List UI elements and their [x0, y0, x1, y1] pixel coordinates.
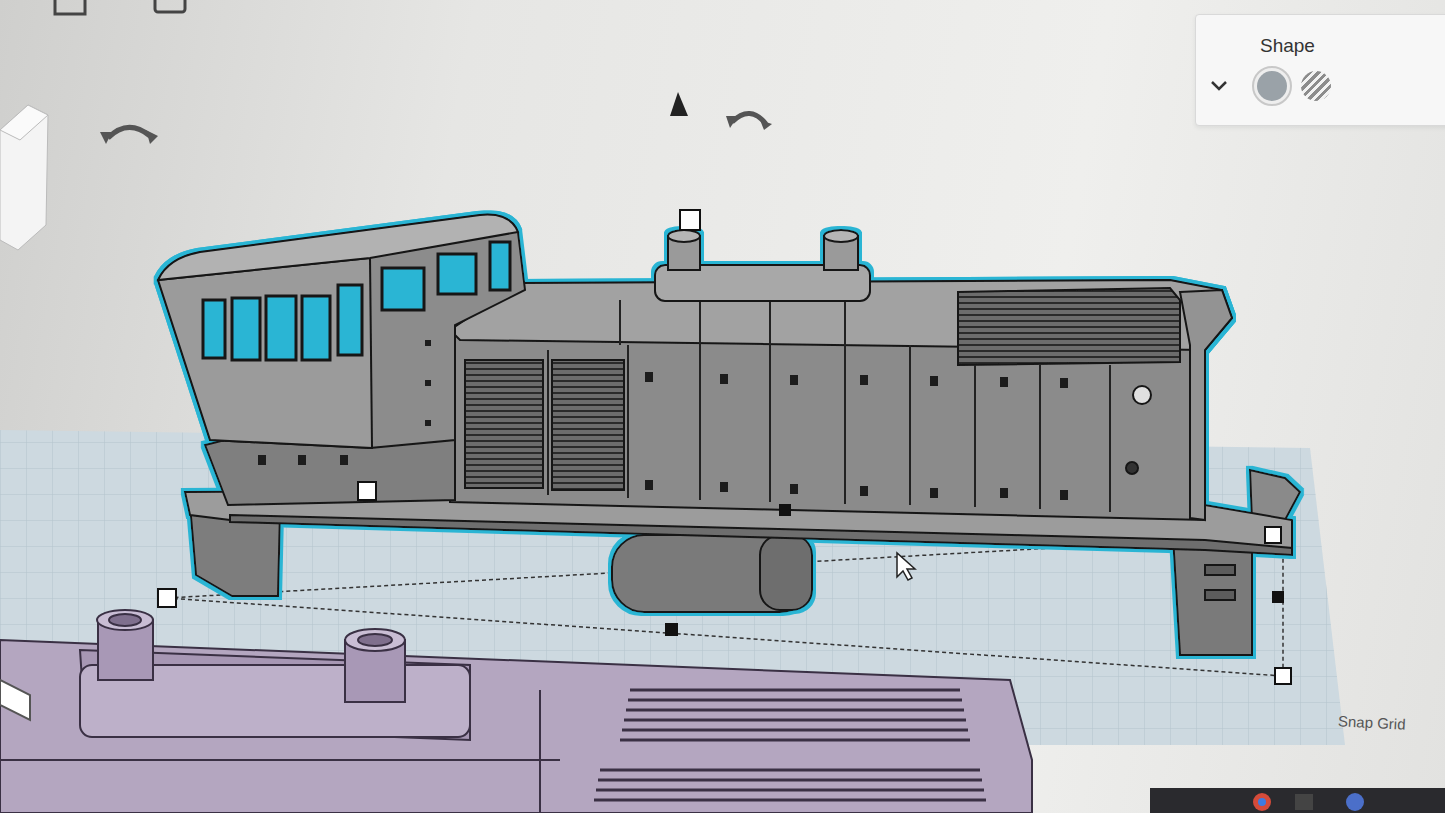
snap-grid-label[interactable]: Snap Grid: [1337, 710, 1406, 736]
inspector-title: Shape: [1210, 35, 1440, 58]
rotate-handle-icon[interactable]: [108, 113, 766, 138]
locomotive-model[interactable]: [158, 215, 1300, 655]
solid-swatch-icon[interactable]: [1257, 71, 1287, 101]
taskbar[interactable]: [1150, 788, 1445, 813]
rotate-arrow-icon: [100, 116, 772, 144]
workplane-view[interactable]: Shape Snap Grid: [0, 0, 1445, 813]
view-cube-icon[interactable]: [0, 105, 48, 250]
shape-option[interactable]: [1296, 66, 1336, 106]
lift-handle-icon[interactable]: [670, 92, 688, 116]
hole-swatch-icon[interactable]: [1301, 71, 1331, 101]
purple-model[interactable]: [0, 610, 1032, 813]
resize-handles[interactable]: [158, 210, 1291, 684]
shape-option[interactable]: [1252, 66, 1292, 106]
cursor-icon: [897, 553, 915, 580]
inspector-panel: Shape: [1195, 14, 1445, 126]
collapse-chevron-icon[interactable]: [1210, 80, 1228, 92]
toolbar-icons[interactable]: [55, 0, 185, 14]
